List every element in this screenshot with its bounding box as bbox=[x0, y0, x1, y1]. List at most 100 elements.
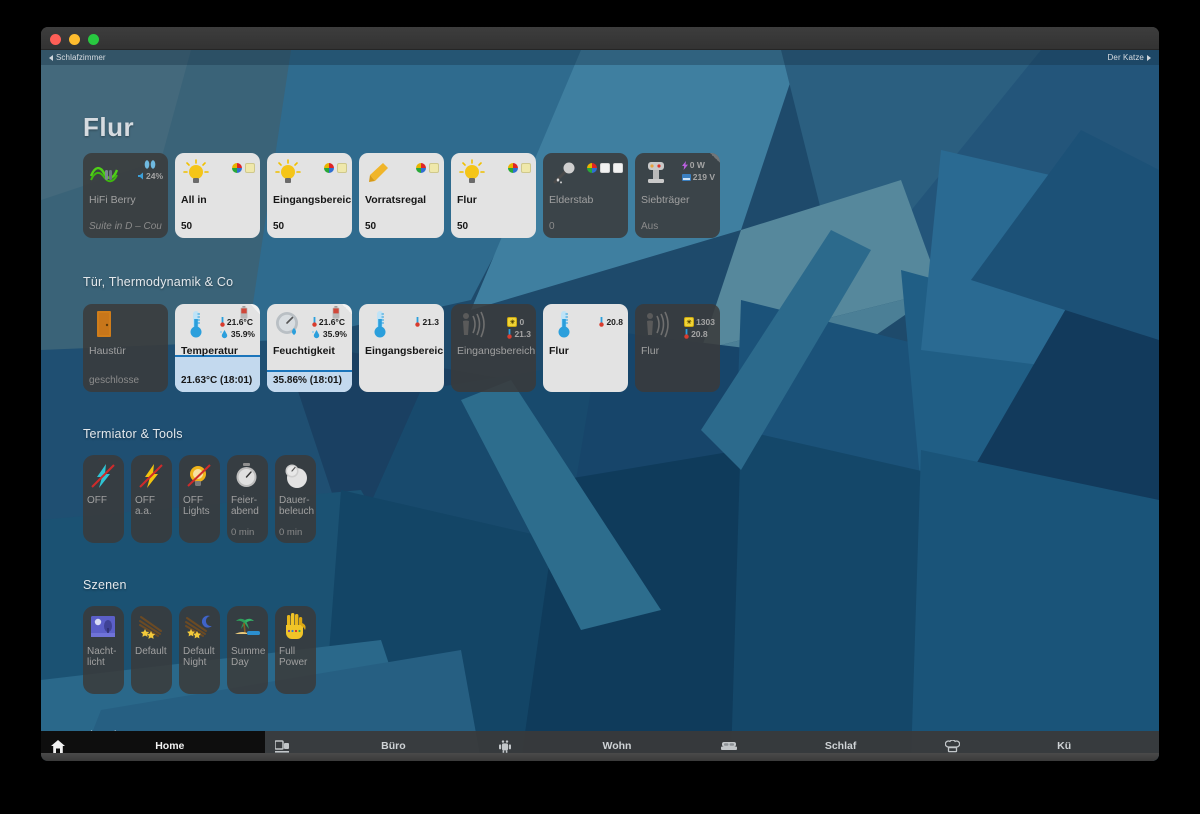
zoom-button[interactable] bbox=[88, 34, 99, 45]
temp-badge: 20.8 bbox=[599, 317, 623, 327]
motion-badges-1: ☀ 0 21.3 bbox=[507, 317, 531, 339]
audio-wave-icon bbox=[89, 158, 119, 188]
tile-sublabel: 50 bbox=[181, 221, 193, 232]
section-title-tools: Termiator & Tools bbox=[83, 427, 183, 441]
content-area: Tür, Thermodynamik & Co Termiator & Tool… bbox=[41, 50, 1159, 761]
eing-motion-temp-value: 21.3 bbox=[514, 329, 531, 339]
siebtraeger-badges: 0 W 219 V bbox=[681, 160, 715, 182]
eing-motion-lux-value: 0 bbox=[519, 317, 525, 327]
tile-label: Flur bbox=[457, 194, 477, 206]
office-icon bbox=[265, 739, 299, 753]
tile-nachtlicht[interactable]: Nacht- licht bbox=[83, 606, 124, 694]
tile-sublabel: 35.86% (18:01) bbox=[273, 375, 342, 386]
tile-dauerbeleuchtung[interactable]: Dauer- beleuch 0 min bbox=[275, 455, 316, 543]
temp-badge: 21.3 bbox=[507, 329, 531, 339]
tile-off-lights[interactable]: OFF Lights bbox=[179, 455, 220, 543]
tile-off[interactable]: OFF bbox=[83, 455, 124, 543]
power-watt-badge: 0 W bbox=[681, 160, 705, 170]
warm-white-chip-icon bbox=[429, 163, 439, 173]
tile-feuchtigkeit[interactable]: 21.6°C 35.9% Feuchtigkeit 35.86% (18:01) bbox=[267, 304, 352, 392]
tile-temperatur[interactable]: 21.6°C 35.9% Temperatur 21.63°C (18:01) bbox=[175, 304, 260, 392]
tile-flur-temp[interactable]: 20.8 Flur bbox=[543, 304, 628, 392]
flashlight-icon bbox=[365, 158, 395, 188]
tile-hifi-berry[interactable]: 24% HiFi Berry Suite in D – Cou bbox=[83, 153, 168, 238]
tile-eingangsbereich-light[interactable]: Eingangsbereich 50 bbox=[267, 153, 352, 238]
tile-sublabel: 0 min bbox=[279, 527, 303, 538]
tile-elderstab[interactable]: Elderstab 0 bbox=[543, 153, 628, 238]
motion-sensor-icon bbox=[641, 309, 671, 339]
temp-badge: 20.8 bbox=[684, 329, 708, 339]
tile-label: Haustür bbox=[89, 345, 126, 357]
tile-label: Default bbox=[135, 646, 167, 657]
sofa-icon bbox=[488, 739, 522, 753]
humidity-badge: 35.9% bbox=[311, 329, 347, 339]
tile-sublabel: 0 bbox=[549, 221, 555, 232]
tile-label: Dauer- beleuch bbox=[279, 495, 315, 517]
window-titlebar bbox=[41, 27, 1159, 50]
row-tools: OFF OFF a.a. OFF Lights Feier- abend 0 m… bbox=[83, 455, 316, 543]
tile-flur-motion[interactable]: ☀ 1303 20.8 Flur bbox=[635, 304, 720, 392]
tile-label: Flur bbox=[641, 345, 660, 357]
tile-siebtraeger[interactable]: 0 W 219 V Siebträger Aus bbox=[635, 153, 720, 238]
bolt-crossed-yellow-icon bbox=[136, 461, 166, 491]
tile-haustuer[interactable]: Haustür geschlosse bbox=[83, 304, 168, 392]
tile-sublabel: Aus bbox=[641, 221, 659, 232]
tile-label: Default Night bbox=[183, 646, 215, 668]
white-chip-icon-2 bbox=[613, 163, 623, 173]
tile-eingangsbereich-temp[interactable]: 21.3 Eingangsbereich bbox=[359, 304, 444, 392]
volume-badge: 24% bbox=[137, 171, 163, 181]
minimize-button[interactable] bbox=[69, 34, 80, 45]
eingangsbereich-temp-value: 21.3 bbox=[422, 317, 439, 327]
battery-icon bbox=[332, 306, 340, 324]
siebtraeger-watt-value: 0 W bbox=[689, 160, 705, 170]
stopwatch-icon bbox=[232, 461, 262, 491]
tile-label: Elderstab bbox=[549, 194, 594, 206]
tab-kueche-label: Kü bbox=[1057, 740, 1072, 752]
voltage-badge: 219 V bbox=[681, 172, 715, 182]
tile-default-night[interactable]: Default Night bbox=[179, 606, 220, 694]
row-thermo: Haustür geschlosse 21.6°C 35.9% Temperat… bbox=[83, 304, 720, 392]
vorratsregal-chips bbox=[416, 163, 439, 173]
tile-flur-light[interactable]: Flur 50 bbox=[451, 153, 536, 238]
home-icon bbox=[41, 739, 75, 753]
tile-label: Feuchtigkeit bbox=[273, 345, 335, 357]
gauntlet-icon bbox=[280, 612, 310, 642]
tile-off-aa[interactable]: OFF a.a. bbox=[131, 455, 172, 543]
tile-feierabend[interactable]: Feier- abend 0 min bbox=[227, 455, 268, 543]
row-scenes: Nacht- licht Default Default Night Summe… bbox=[83, 606, 316, 694]
sparkles-moon-icon bbox=[184, 612, 214, 642]
motion-badges-2: ☀ 1303 20.8 bbox=[684, 317, 715, 339]
tile-eingangsbereich-motion[interactable]: ☀ 0 21.3 Eingangsbereich bbox=[451, 304, 536, 392]
window-controls[interactable] bbox=[50, 34, 99, 45]
brightness-icon: ☀ bbox=[507, 317, 518, 327]
clock-bulb-icon bbox=[280, 461, 310, 491]
warm-white-chip-icon bbox=[521, 163, 531, 173]
eingangsbereich-chips bbox=[324, 163, 347, 173]
tile-label: OFF bbox=[87, 495, 107, 506]
tile-label: Eingangsbereich bbox=[365, 345, 444, 357]
tile-full-power[interactable]: Full Power bbox=[275, 606, 316, 694]
tab-wohn-label: Wohn bbox=[602, 740, 632, 752]
screenshot-root: Schlafzimmer Der Katze Flur Tür, Thermod… bbox=[0, 0, 1200, 814]
temp-badge: 21.3 bbox=[415, 317, 439, 327]
humidity-badge: 35.9% bbox=[219, 329, 255, 339]
rgb-color-chip-icon bbox=[587, 163, 597, 173]
close-button[interactable] bbox=[50, 34, 61, 45]
brightness-icon: ☀ bbox=[684, 317, 695, 327]
headphones-icon bbox=[138, 160, 163, 169]
motion-sensor-icon bbox=[457, 309, 487, 339]
section-title-scenes: Szenen bbox=[83, 578, 127, 592]
bolt-crossed-cyan-icon bbox=[88, 461, 118, 491]
tile-sublabel: 50 bbox=[365, 221, 377, 232]
tile-default[interactable]: Default bbox=[131, 606, 172, 694]
bottom-tabbar[interactable]: Home Büro Wohn Schlaf Kü bbox=[41, 731, 1159, 761]
brightness-badge: ☀ 0 bbox=[507, 317, 524, 327]
tile-sublabel: Suite in D – Cou bbox=[89, 221, 162, 232]
tile-vorratsregal[interactable]: Vorratsregal 50 bbox=[359, 153, 444, 238]
tile-summer-day[interactable]: Summe Day bbox=[227, 606, 268, 694]
magic-wand-icon bbox=[549, 158, 579, 188]
tab-home-label: Home bbox=[155, 740, 185, 752]
tile-all-in[interactable]: All in 50 bbox=[175, 153, 260, 238]
section-title-thermo: Tür, Thermodynamik & Co bbox=[83, 275, 234, 289]
tile-label: OFF a.a. bbox=[135, 495, 155, 517]
